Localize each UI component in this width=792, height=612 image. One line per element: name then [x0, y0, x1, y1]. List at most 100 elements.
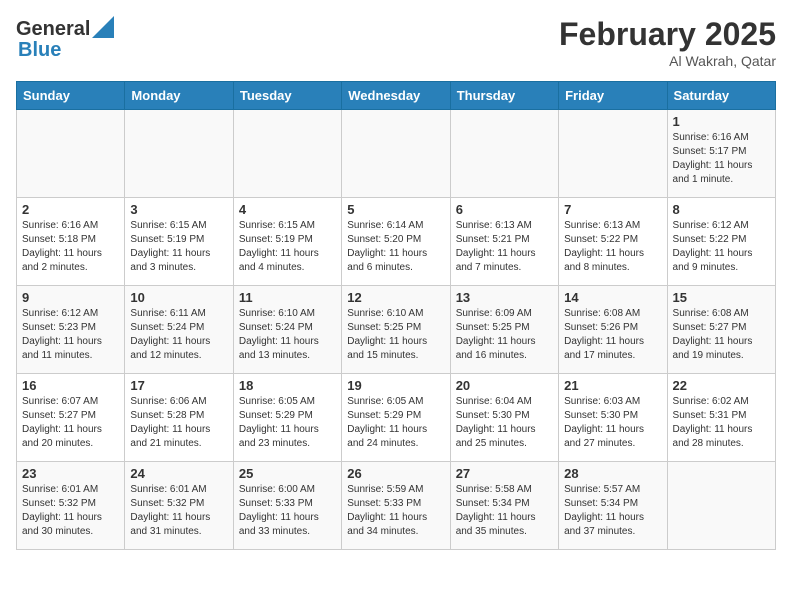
- calendar-cell: 4 Sunrise: 6:15 AMSunset: 5:19 PMDaylight…: [233, 198, 341, 286]
- calendar-week-4: 16 Sunrise: 6:07 AMSunset: 5:27 PMDayligh…: [17, 374, 776, 462]
- calendar-cell: 10 Sunrise: 6:11 AMSunset: 5:24 PMDayligh…: [125, 286, 233, 374]
- location-subtitle: Al Wakrah, Qatar: [559, 53, 776, 69]
- day-number: 25: [239, 466, 336, 481]
- calendar-cell: 22 Sunrise: 6:02 AMSunset: 5:31 PMDayligh…: [667, 374, 775, 462]
- calendar-cell: 9Sunrise: 6:12 AMSunset: 5:23 PMDaylight…: [17, 286, 125, 374]
- calendar-cell: 16 Sunrise: 6:07 AMSunset: 5:27 PMDayligh…: [17, 374, 125, 462]
- calendar-cell: 11 Sunrise: 6:10 AMSunset: 5:24 PMDayligh…: [233, 286, 341, 374]
- day-number: 7: [564, 202, 661, 217]
- day-number: 17: [130, 378, 227, 393]
- calendar-cell: 27 Sunrise: 5:58 AMSunset: 5:34 PMDayligh…: [450, 462, 558, 550]
- calendar-cell: [559, 110, 667, 198]
- calendar-cell: 20 Sunrise: 6:04 AMSunset: 5:30 PMDayligh…: [450, 374, 558, 462]
- calendar-cell: 3 Sunrise: 6:15 AMSunset: 5:19 PMDaylight…: [125, 198, 233, 286]
- day-number: 20: [456, 378, 553, 393]
- day-number: 6: [456, 202, 553, 217]
- calendar-week-5: 23 Sunrise: 6:01 AMSunset: 5:32 PMDayligh…: [17, 462, 776, 550]
- calendar-cell: 21Sunrise: 6:03 AMSunset: 5:30 PMDayligh…: [559, 374, 667, 462]
- day-number: 5: [347, 202, 444, 217]
- day-number: 2: [22, 202, 119, 217]
- weekday-header-monday: Monday: [125, 82, 233, 110]
- day-info: Sunrise: 6:16 AMSunset: 5:18 PMDaylight:…: [22, 219, 119, 275]
- day-number: 3: [130, 202, 227, 217]
- calendar-cell: 18 Sunrise: 6:05 AMSunset: 5:29 PMDayligh…: [233, 374, 341, 462]
- day-info: Sunrise: 6:08 AMSunset: 5:27 PMDaylight:…: [673, 307, 770, 363]
- day-info: Sunrise: 6:12 AMSunset: 5:23 PMDaylight:…: [22, 307, 119, 363]
- calendar-cell: [233, 110, 341, 198]
- calendar-cell: 13 Sunrise: 6:09 AMSunset: 5:25 PMDayligh…: [450, 286, 558, 374]
- day-info: Sunrise: 6:02 AMSunset: 5:31 PMDaylight:…: [673, 395, 770, 451]
- day-number: 13: [456, 290, 553, 305]
- weekday-header-thursday: Thursday: [450, 82, 558, 110]
- day-info: Sunrise: 6:15 AMSunset: 5:19 PMDaylight:…: [239, 219, 336, 275]
- weekday-header-saturday: Saturday: [667, 82, 775, 110]
- calendar-cell: 12 Sunrise: 6:10 AMSunset: 5:25 PMDayligh…: [342, 286, 450, 374]
- day-info: Sunrise: 6:12 AMSunset: 5:22 PMDaylight:…: [673, 219, 770, 275]
- calendar-cell: [125, 110, 233, 198]
- day-number: 1: [673, 114, 770, 129]
- month-title: February 2025: [559, 16, 776, 53]
- day-info: Sunrise: 6:10 AMSunset: 5:25 PMDaylight:…: [347, 307, 444, 363]
- weekday-header-row: SundayMondayTuesdayWednesdayThursdayFrid…: [17, 82, 776, 110]
- day-info: Sunrise: 6:13 AMSunset: 5:22 PMDaylight:…: [564, 219, 661, 275]
- day-number: 14: [564, 290, 661, 305]
- calendar-cell: 28 Sunrise: 5:57 AMSunset: 5:34 PMDayligh…: [559, 462, 667, 550]
- calendar-cell: 14Sunrise: 6:08 AMSunset: 5:26 PMDayligh…: [559, 286, 667, 374]
- day-info: Sunrise: 6:16 AMSunset: 5:17 PMDaylight:…: [673, 131, 770, 187]
- calendar-cell: 26 Sunrise: 5:59 AMSunset: 5:33 PMDayligh…: [342, 462, 450, 550]
- day-number: 22: [673, 378, 770, 393]
- logo-general-text: General: [16, 18, 90, 41]
- title-area: February 2025 Al Wakrah, Qatar: [559, 16, 776, 69]
- day-info: Sunrise: 6:13 AMSunset: 5:21 PMDaylight:…: [456, 219, 553, 275]
- calendar-cell: 19Sunrise: 6:05 AMSunset: 5:29 PMDayligh…: [342, 374, 450, 462]
- day-info: Sunrise: 6:04 AMSunset: 5:30 PMDaylight:…: [456, 395, 553, 451]
- day-info: Sunrise: 6:15 AMSunset: 5:19 PMDaylight:…: [130, 219, 227, 275]
- calendar-table: SundayMondayTuesdayWednesdayThursdayFrid…: [16, 81, 776, 550]
- day-info: Sunrise: 6:05 AMSunset: 5:29 PMDaylight:…: [239, 395, 336, 451]
- calendar-cell: 25 Sunrise: 6:00 AMSunset: 5:33 PMDayligh…: [233, 462, 341, 550]
- weekday-header-friday: Friday: [559, 82, 667, 110]
- day-number: 10: [130, 290, 227, 305]
- day-info: Sunrise: 6:01 AMSunset: 5:32 PMDaylight:…: [130, 483, 227, 539]
- day-info: Sunrise: 6:09 AMSunset: 5:25 PMDaylight:…: [456, 307, 553, 363]
- calendar-cell: [450, 110, 558, 198]
- calendar-cell: 23 Sunrise: 6:01 AMSunset: 5:32 PMDayligh…: [17, 462, 125, 550]
- calendar-cell: 24Sunrise: 6:01 AMSunset: 5:32 PMDayligh…: [125, 462, 233, 550]
- calendar-cell: 17 Sunrise: 6:06 AMSunset: 5:28 PMDayligh…: [125, 374, 233, 462]
- calendar-week-3: 9Sunrise: 6:12 AMSunset: 5:23 PMDaylight…: [17, 286, 776, 374]
- calendar-cell: 7 Sunrise: 6:13 AMSunset: 5:22 PMDaylight…: [559, 198, 667, 286]
- day-number: 19: [347, 378, 444, 393]
- day-info: Sunrise: 5:58 AMSunset: 5:34 PMDaylight:…: [456, 483, 553, 539]
- day-number: 18: [239, 378, 336, 393]
- day-info: Sunrise: 5:57 AMSunset: 5:34 PMDaylight:…: [564, 483, 661, 539]
- calendar-cell: 1 Sunrise: 6:16 AMSunset: 5:17 PMDaylight…: [667, 110, 775, 198]
- page-header: General Blue February 2025 Al Wakrah, Qa…: [16, 16, 776, 69]
- logo-flag-icon: [92, 16, 114, 38]
- day-info: Sunrise: 6:06 AMSunset: 5:28 PMDaylight:…: [130, 395, 227, 451]
- day-info: Sunrise: 6:07 AMSunset: 5:27 PMDaylight:…: [22, 395, 119, 451]
- day-number: 21: [564, 378, 661, 393]
- calendar-week-1: 1 Sunrise: 6:16 AMSunset: 5:17 PMDaylight…: [17, 110, 776, 198]
- day-info: Sunrise: 6:14 AMSunset: 5:20 PMDaylight:…: [347, 219, 444, 275]
- day-number: 4: [239, 202, 336, 217]
- day-info: Sunrise: 6:11 AMSunset: 5:24 PMDaylight:…: [130, 307, 227, 363]
- day-info: Sunrise: 6:01 AMSunset: 5:32 PMDaylight:…: [22, 483, 119, 539]
- calendar-cell: [342, 110, 450, 198]
- day-number: 27: [456, 466, 553, 481]
- calendar-cell: 5 Sunrise: 6:14 AMSunset: 5:20 PMDaylight…: [342, 198, 450, 286]
- day-number: 28: [564, 466, 661, 481]
- day-info: Sunrise: 6:00 AMSunset: 5:33 PMDaylight:…: [239, 483, 336, 539]
- weekday-header-tuesday: Tuesday: [233, 82, 341, 110]
- day-info: Sunrise: 6:10 AMSunset: 5:24 PMDaylight:…: [239, 307, 336, 363]
- day-number: 12: [347, 290, 444, 305]
- day-info: Sunrise: 5:59 AMSunset: 5:33 PMDaylight:…: [347, 483, 444, 539]
- logo-blue-text: Blue: [18, 39, 61, 61]
- logo: General Blue: [16, 16, 114, 62]
- day-number: 8: [673, 202, 770, 217]
- day-number: 26: [347, 466, 444, 481]
- day-number: 11: [239, 290, 336, 305]
- day-number: 16: [22, 378, 119, 393]
- calendar-cell: 2 Sunrise: 6:16 AMSunset: 5:18 PMDaylight…: [17, 198, 125, 286]
- day-number: 23: [22, 466, 119, 481]
- calendar-cell: 8 Sunrise: 6:12 AMSunset: 5:22 PMDaylight…: [667, 198, 775, 286]
